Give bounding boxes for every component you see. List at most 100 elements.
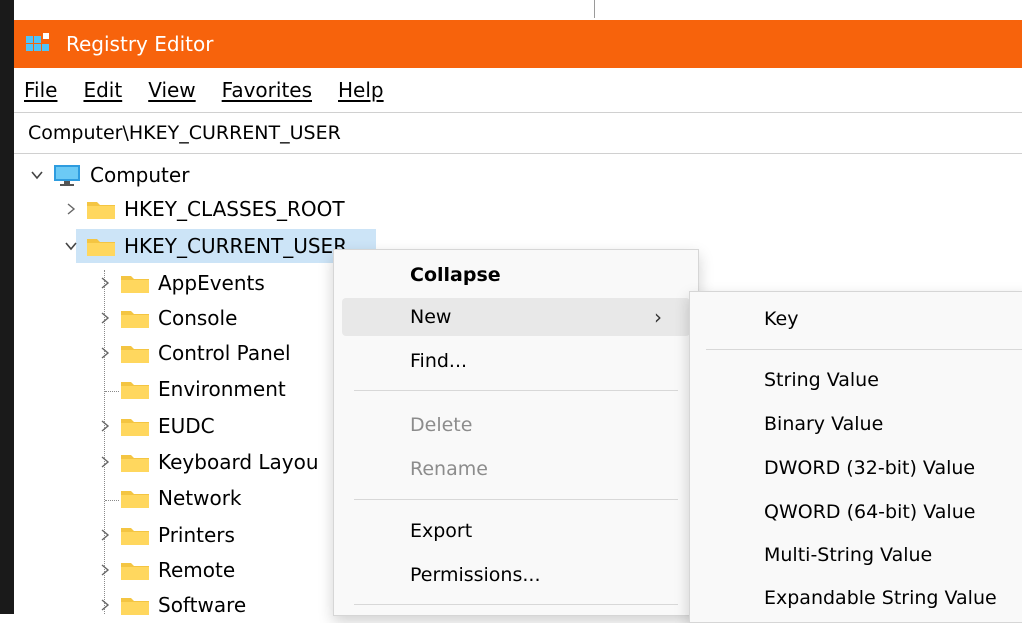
tree-guide-tick xyxy=(105,391,119,392)
chevron-down-icon[interactable] xyxy=(62,237,80,255)
chevron-right-icon: › xyxy=(654,305,662,329)
menu-separator xyxy=(706,349,1022,350)
background-divider xyxy=(594,0,595,18)
tree-guide-tick xyxy=(105,500,119,501)
folder-icon xyxy=(87,239,115,256)
submenu-item-label: String Value xyxy=(764,369,879,391)
tree-item-child[interactable]: Software xyxy=(96,588,246,622)
menu-item-label: Export xyxy=(410,520,473,542)
submenu-item-label: Expandable String Value xyxy=(764,587,997,609)
chevron-right-icon[interactable] xyxy=(96,274,114,292)
window-left-edge xyxy=(0,0,14,614)
window-title: Registry Editor xyxy=(66,32,214,56)
menu-favorites[interactable]: Favorites xyxy=(222,78,312,102)
folder-icon xyxy=(121,563,149,580)
submenu-item-label: QWORD (64-bit) Value xyxy=(764,501,976,523)
tree-item-child[interactable]: AppEvents xyxy=(96,266,265,300)
menu-item-permissions[interactable]: Permissions... xyxy=(334,556,698,594)
tree-label: Printers xyxy=(158,523,235,547)
folder-icon xyxy=(121,346,149,363)
tree-label: Control Panel xyxy=(158,341,291,365)
tree-item-child[interactable]: Console xyxy=(96,301,237,335)
menu-item-label: Collapse xyxy=(410,264,501,286)
submenu-item-multistring[interactable]: Multi-String Value xyxy=(690,535,1022,575)
registry-editor-icon xyxy=(26,33,49,51)
new-submenu: Key String Value Binary Value DWORD (32-… xyxy=(689,291,1022,623)
tree-item-child[interactable]: Remote xyxy=(96,553,235,587)
submenu-item-string[interactable]: String Value xyxy=(690,360,1022,400)
tree-label: EUDC xyxy=(158,414,215,438)
menu-view[interactable]: View xyxy=(148,78,195,102)
title-bar[interactable]: Registry Editor xyxy=(14,20,1022,68)
folder-icon xyxy=(121,528,149,545)
submenu-item-qword[interactable]: QWORD (64-bit) Value xyxy=(690,492,1022,532)
chevron-down-icon[interactable] xyxy=(28,166,46,184)
submenu-item-label: Multi-String Value xyxy=(764,544,933,566)
folder-icon xyxy=(121,311,149,328)
tree-label: AppEvents xyxy=(158,271,265,295)
tree-label: HKEY_CURRENT_USER xyxy=(124,234,348,258)
menu-edit[interactable]: Edit xyxy=(83,78,122,102)
menu-item-label: Permissions... xyxy=(410,564,541,586)
tree-item-child[interactable]: Keyboard Layou xyxy=(96,445,319,479)
tree-item-child[interactable]: Environment xyxy=(120,372,286,406)
folder-icon xyxy=(87,202,115,219)
folder-icon xyxy=(121,598,149,615)
submenu-item-label: DWORD (32-bit) Value xyxy=(764,457,976,479)
chevron-right-icon[interactable] xyxy=(96,417,114,435)
tree-item-hkcr[interactable]: HKEY_CLASSES_ROOT xyxy=(62,192,345,226)
menu-file[interactable]: File xyxy=(24,78,57,102)
menu-item-label: Find... xyxy=(410,350,468,372)
folder-icon xyxy=(121,455,149,472)
submenu-item-expandable[interactable]: Expandable String Value xyxy=(690,578,1022,618)
tree-label: Software xyxy=(158,593,247,617)
context-menu: Collapse New › Find... Delete Rename Exp… xyxy=(333,249,699,616)
menu-bar: File Edit View Favorites Help xyxy=(14,68,1022,112)
chevron-right-icon[interactable] xyxy=(96,526,114,544)
menu-item-new[interactable]: New › xyxy=(342,298,690,336)
menu-item-delete[interactable]: Delete xyxy=(334,406,698,444)
chevron-right-icon[interactable] xyxy=(96,596,114,614)
tree-label: Network xyxy=(158,486,242,510)
desktop-strip xyxy=(0,0,1022,614)
tree-label: Computer xyxy=(90,163,190,187)
computer-monitor-icon xyxy=(54,165,80,186)
tree-item-child[interactable]: Control Panel xyxy=(96,336,291,370)
chevron-right-icon[interactable] xyxy=(96,453,114,471)
address-bar[interactable]: Computer\HKEY_CURRENT_USER xyxy=(14,112,1022,154)
folder-icon xyxy=(121,276,149,293)
submenu-item-label: Key xyxy=(764,308,799,330)
tree-label: Keyboard Layou xyxy=(158,450,319,474)
tree-item-computer[interactable]: Computer xyxy=(28,158,189,192)
tree-label: Console xyxy=(158,306,238,330)
menu-item-label: Delete xyxy=(410,414,473,436)
chevron-right-icon[interactable] xyxy=(96,309,114,327)
menu-item-label: New xyxy=(410,306,452,328)
menu-separator xyxy=(354,390,678,391)
tree-item-child[interactable]: Network xyxy=(120,481,242,515)
tree-label: HKEY_CLASSES_ROOT xyxy=(124,197,345,221)
folder-icon xyxy=(121,419,149,436)
tree-item-child[interactable]: Printers xyxy=(96,518,235,552)
tree-label: Remote xyxy=(158,558,236,582)
address-path[interactable]: Computer\HKEY_CURRENT_USER xyxy=(28,122,341,144)
chevron-right-icon[interactable] xyxy=(96,561,114,579)
menu-help[interactable]: Help xyxy=(338,78,384,102)
menu-separator xyxy=(354,499,678,500)
menu-separator xyxy=(354,604,678,605)
tree-label: Environment xyxy=(158,377,286,401)
submenu-item-dword[interactable]: DWORD (32-bit) Value xyxy=(690,448,1022,488)
menu-item-export[interactable]: Export xyxy=(334,512,698,550)
menu-item-label: Rename xyxy=(410,458,488,480)
tree-item-hkcu[interactable]: HKEY_CURRENT_USER xyxy=(62,229,347,263)
menu-item-collapse[interactable]: Collapse xyxy=(334,256,698,294)
menu-item-rename[interactable]: Rename xyxy=(334,450,698,488)
tree-item-child[interactable]: EUDC xyxy=(96,409,215,443)
folder-icon xyxy=(121,382,149,399)
chevron-right-icon[interactable] xyxy=(96,344,114,362)
chevron-right-icon[interactable] xyxy=(62,200,80,218)
submenu-item-key[interactable]: Key xyxy=(690,299,1022,339)
menu-item-find[interactable]: Find... xyxy=(334,342,698,380)
submenu-item-binary[interactable]: Binary Value xyxy=(690,404,1022,444)
folder-icon xyxy=(121,491,149,508)
